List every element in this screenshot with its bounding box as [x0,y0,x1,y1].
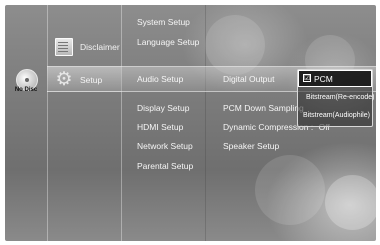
column-divider [205,5,206,241]
digital-output-popup: ☑ PCM Bitstream(Re-encode) Bitstream(Aud… [297,69,375,127]
submenu-item-system-setup[interactable]: System Setup [137,17,190,27]
background-bokeh [255,155,325,225]
column-divider [121,5,122,241]
option-speaker-setup[interactable]: Speaker Setup [223,141,279,151]
popup-option-label: PCM [314,74,333,84]
background-bokeh [325,175,376,230]
disc-status-label: No Disc [14,87,38,93]
option-pcm-down-sampling[interactable]: PCM Down Sampling [223,103,304,113]
popup-option-bitstream-audiophile[interactable]: Bitstream(Audiophile) [298,109,372,126]
submenu-item-language-setup[interactable]: Language Setup [137,37,199,47]
setup-screen: No Disc Disclaimer ⚙ Setup System Setup … [5,5,376,241]
submenu-item-parental-setup[interactable]: Parental Setup [137,161,193,171]
popup-option-label: Bitstream(Re-encode) [306,94,375,101]
document-icon [55,38,73,56]
option-digital-output[interactable]: Digital Output [223,74,275,84]
submenu-item-display-setup[interactable]: Display Setup [137,103,189,113]
checkbox-checked-icon: ☑ [303,74,311,82]
menu-item-setup[interactable]: ⚙ Setup [47,66,121,92]
popup-option-label: Bitstream(Audiophile) [303,112,370,119]
submenu-item-network-setup[interactable]: Network Setup [137,141,193,151]
popup-option-bitstream-reencode[interactable]: Bitstream(Re-encode) [298,91,375,108]
menu-item-label: Setup [80,75,103,85]
menu-item-label: Disclaimer [80,42,120,52]
submenu-item-hdmi-setup[interactable]: HDMI Setup [137,122,183,132]
submenu-item-audio-setup[interactable]: Audio Setup [137,74,183,84]
gear-icon: ⚙ [55,69,73,90]
popup-option-pcm[interactable]: ☑ PCM [298,70,372,87]
menu-item-disclaimer[interactable]: Disclaimer [47,34,121,60]
disc-status-panel: No Disc [5,5,47,241]
